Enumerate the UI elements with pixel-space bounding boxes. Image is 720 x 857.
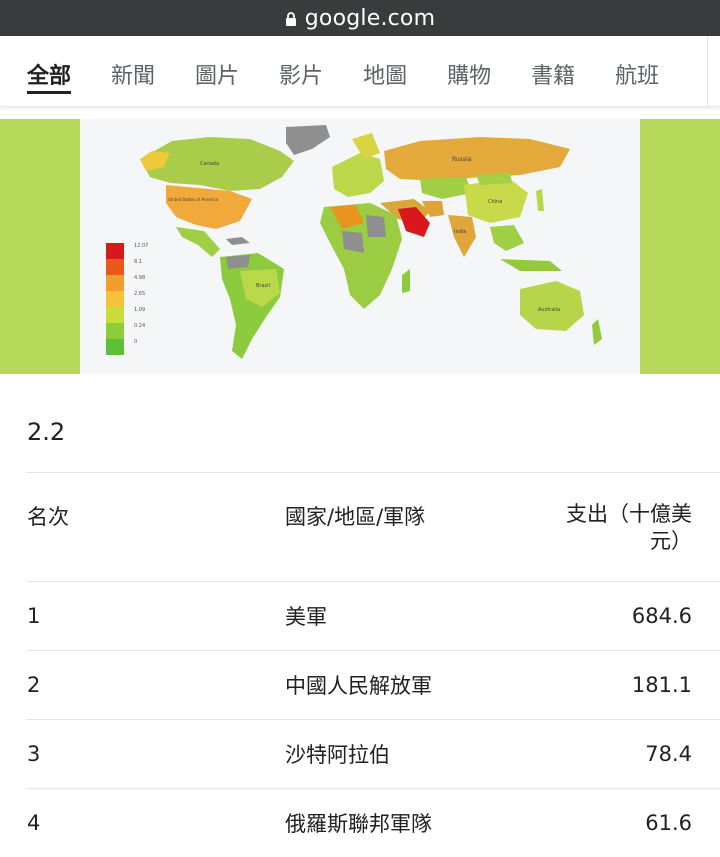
row-spend: 78.4 xyxy=(547,719,720,789)
legend-label: 0.24 xyxy=(134,323,145,329)
table-row: 2 中國人民解放軍 181.1 xyxy=(27,650,720,720)
table-row: 4 俄羅斯聯邦軍隊 61.6 xyxy=(27,788,720,857)
search-tabs: 全部 新聞 圖片 影片 地圖 購物 書籍 航班 xyxy=(0,36,720,107)
map-label-australia: Australia xyxy=(538,307,560,313)
table-header-row: 名次 國家/地區/軍隊 支出（十億美元） xyxy=(27,472,720,582)
legend-label: 0 xyxy=(134,339,137,345)
lock-icon xyxy=(285,12,296,26)
row-rank: 1 xyxy=(27,581,285,651)
header-country: 國家/地區/軍隊 xyxy=(285,472,547,582)
legend-swatch xyxy=(106,259,124,275)
tab-books[interactable]: 書籍 xyxy=(531,58,575,106)
world-map-image[interactable]: 12.07 8.1 4.98 2.65 1.09 0.24 0 Russia United … xyxy=(80,119,640,374)
tab-images[interactable]: 圖片 xyxy=(195,58,239,106)
world-map-svg: 12.07 8.1 4.98 2.65 1.09 0.24 0 Russia United … xyxy=(80,119,640,374)
row-country: 美軍 xyxy=(285,581,547,651)
map-mongolia xyxy=(476,173,512,185)
map-label-brazil: Brazil xyxy=(256,283,270,289)
map-label-russia: Russia xyxy=(452,156,472,163)
map-label-india: India xyxy=(454,229,466,235)
tab-maps[interactable]: 地圖 xyxy=(363,58,407,106)
legend-swatch xyxy=(106,275,124,291)
legend-swatch xyxy=(106,243,124,259)
legend-swatch xyxy=(106,339,124,355)
legend-label: 1.09 xyxy=(134,307,145,313)
tab-all[interactable]: 全部 xyxy=(27,58,72,106)
legend-label: 12.07 xyxy=(134,243,148,249)
military-spending-table: 名次 國家/地區/軍隊 支出（十億美元） 1 美軍 684.6 2 中國人民解放… xyxy=(27,472,720,857)
header-spend: 支出（十億美元） xyxy=(547,472,720,582)
map-image-band: 12.07 8.1 4.98 2.65 1.09 0.24 0 Russia United … xyxy=(0,119,720,374)
map-label-canada: Canada xyxy=(200,161,219,167)
map-label-usa: United States of America xyxy=(168,197,219,202)
tab-videos[interactable]: 影片 xyxy=(279,58,323,106)
row-rank: 4 xyxy=(27,788,285,857)
map-label-china: China xyxy=(488,199,502,205)
row-country: 沙特阿拉伯 xyxy=(285,719,547,789)
map-venezuela xyxy=(226,255,250,269)
header-rank: 名次 xyxy=(27,472,285,582)
row-rank: 3 xyxy=(27,719,285,789)
table-row: 3 沙特阿拉伯 78.4 xyxy=(27,719,720,789)
legend-label: 2.65 xyxy=(134,291,145,297)
map-sudan xyxy=(366,215,386,237)
tab-flights[interactable]: 航班 xyxy=(615,58,659,106)
legend-swatch xyxy=(106,307,124,323)
legend-swatch xyxy=(106,323,124,339)
row-spend: 181.1 xyxy=(547,650,720,720)
tab-news[interactable]: 新聞 xyxy=(111,58,155,106)
url-bar[interactable]: google.com xyxy=(0,0,720,36)
legend-swatch xyxy=(106,291,124,307)
legend-label: 4.98 xyxy=(134,275,145,281)
row-country: 俄羅斯聯邦軍隊 xyxy=(285,788,547,857)
tab-shopping[interactable]: 購物 xyxy=(447,58,491,106)
legend-label: 8.1 xyxy=(134,259,142,265)
row-rank: 2 xyxy=(27,650,285,720)
url-domain: google.com xyxy=(304,5,436,31)
row-country: 中國人民解放軍 xyxy=(285,650,547,720)
section-number: 2.2 xyxy=(27,418,66,446)
tabs-divider xyxy=(707,36,708,106)
row-spend: 684.6 xyxy=(547,581,720,651)
table-row: 1 美軍 684.6 xyxy=(27,581,720,651)
row-spend: 61.6 xyxy=(547,788,720,857)
